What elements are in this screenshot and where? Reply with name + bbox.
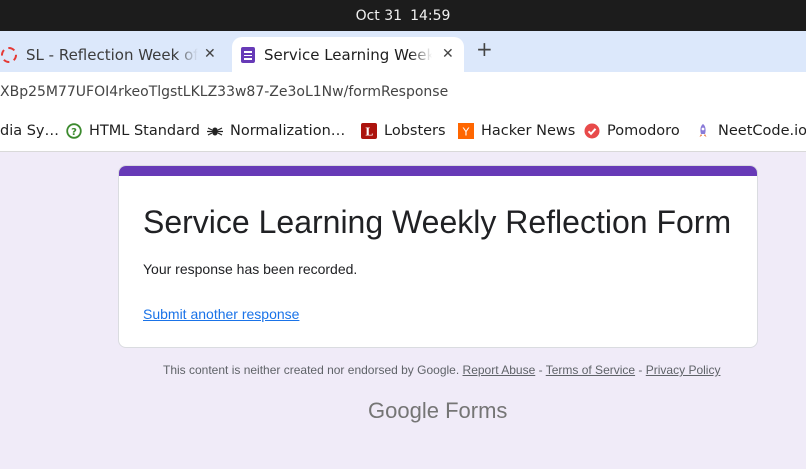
rocket-icon bbox=[695, 123, 711, 139]
bookmark-label: Pomodoro bbox=[607, 123, 680, 139]
bug-icon bbox=[207, 123, 223, 139]
bookmark-label: HTML Standard bbox=[89, 123, 200, 139]
footer-disclaimer: This content is neither created nor endo… bbox=[163, 363, 720, 377]
google-forms-icon bbox=[241, 47, 255, 63]
lobsters-icon: L bbox=[361, 123, 377, 139]
confirmation-message: Your response has been recorded. bbox=[143, 261, 358, 277]
form-title: Service Learning Weekly Reflection Form bbox=[143, 204, 732, 240]
tab-service-learning[interactable]: Service Learning Weekly Reflection ✕ bbox=[232, 37, 464, 72]
svg-text:?: ? bbox=[71, 127, 77, 138]
disclaimer-text: This content is neither created nor endo… bbox=[163, 363, 460, 377]
tab-title: SL - Reflection Week of 10 bbox=[26, 45, 198, 64]
system-date[interactable]: Oct 31 bbox=[356, 8, 402, 24]
bookmark-label: Lobsters bbox=[384, 123, 446, 139]
bookmark-label: Hacker News bbox=[481, 123, 576, 139]
privacy-policy-link[interactable]: Privacy Policy bbox=[646, 363, 721, 377]
google-forms-logo[interactable]: Google Forms bbox=[368, 398, 507, 424]
bookmark-label: NeetCode.io bbox=[718, 123, 806, 139]
bookmark-html-standard[interactable]: ? HTML Standard bbox=[66, 123, 200, 139]
separator: - bbox=[638, 363, 643, 377]
separator: - bbox=[538, 363, 543, 377]
submit-another-response-link[interactable]: Submit another response bbox=[143, 306, 299, 322]
svg-text:Y: Y bbox=[462, 126, 470, 139]
bookmark-label: dia Sy… bbox=[0, 123, 60, 139]
bookmark-media[interactable]: dia Sy… bbox=[0, 123, 59, 139]
close-icon[interactable]: ✕ bbox=[204, 46, 216, 62]
system-time[interactable]: 14:59 bbox=[410, 8, 450, 24]
system-top-bar: Oct 31 14:59 bbox=[0, 0, 806, 31]
question-circle-icon: ? bbox=[66, 123, 82, 139]
new-tab-button[interactable]: + bbox=[476, 37, 493, 61]
bookmark-lobsters[interactable]: L Lobsters bbox=[361, 123, 446, 139]
bookmark-pomodoro[interactable]: Pomodoro bbox=[584, 123, 680, 139]
tab-sl-reflection[interactable]: SL - Reflection Week of 10 ✕ bbox=[0, 37, 230, 72]
dashed-circle-icon bbox=[1, 47, 17, 63]
forms-wordmark: Forms bbox=[445, 398, 508, 423]
tab-title: Service Learning Weekly Reflection bbox=[264, 45, 432, 64]
svg-text:L: L bbox=[365, 126, 373, 139]
report-abuse-link[interactable]: Report Abuse bbox=[463, 363, 536, 377]
bookmark-normalization[interactable]: Normalization… bbox=[207, 123, 345, 139]
address-bar[interactable]: XBp25M77UFOI4rkeoTlgstLKLZ33w87-Ze3oL1Nw… bbox=[0, 72, 806, 112]
bookmark-neetcode[interactable]: NeetCode.io bbox=[695, 123, 806, 139]
bookmark-hacker-news[interactable]: Y Hacker News bbox=[458, 123, 575, 139]
terms-of-service-link[interactable]: Terms of Service bbox=[546, 363, 635, 377]
tab-strip: SL - Reflection Week of 10 ✕ Service Lea… bbox=[0, 31, 806, 72]
card-accent-bar bbox=[119, 166, 757, 176]
google-wordmark: Google bbox=[368, 398, 439, 423]
url-text[interactable]: XBp25M77UFOI4rkeoTlgstLKLZ33w87-Ze3oL1Nw… bbox=[0, 84, 448, 100]
check-circle-icon bbox=[584, 123, 600, 139]
bookmark-label: Normalization… bbox=[230, 123, 346, 139]
hacker-news-icon: Y bbox=[458, 123, 474, 139]
form-response-card: Service Learning Weekly Reflection Form … bbox=[118, 165, 758, 348]
bookmarks-bar: dia Sy… ? HTML Standard Normalization… L… bbox=[0, 112, 806, 152]
close-icon[interactable]: ✕ bbox=[442, 46, 454, 62]
